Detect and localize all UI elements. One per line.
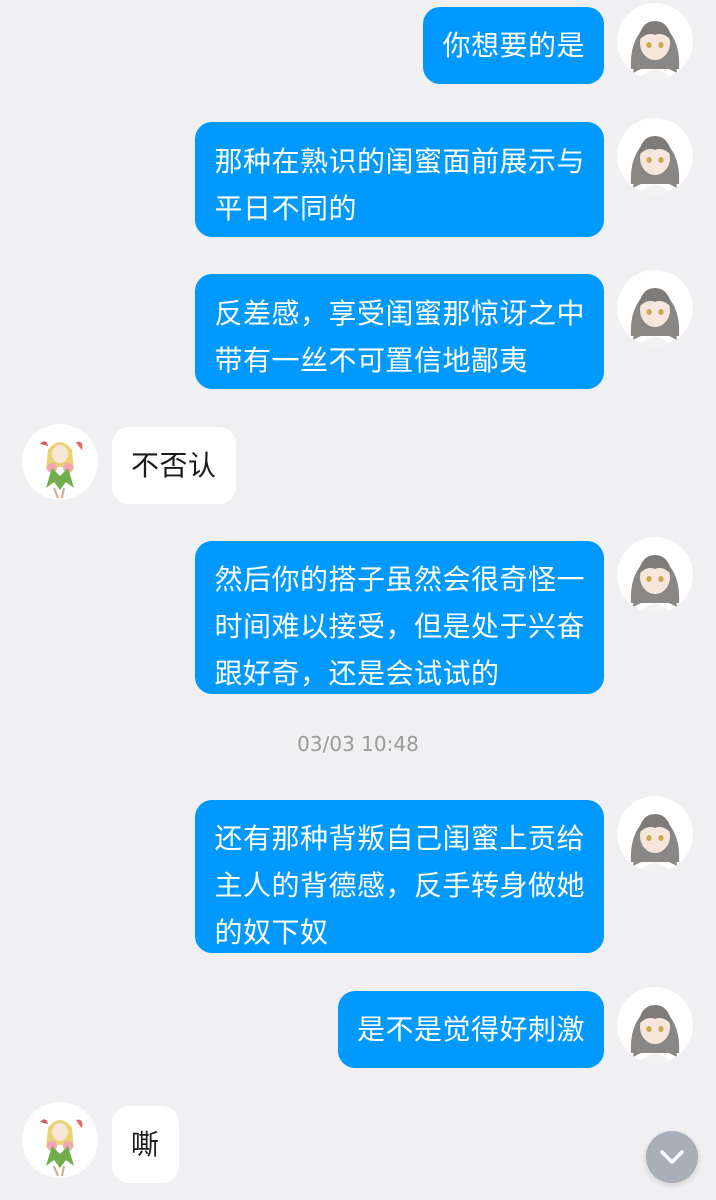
message-text: 然后你的搭子虽然会很奇怪一 (214, 563, 585, 596)
message-text: 你想要的是 (442, 29, 585, 62)
message-timestamp: 03/03 10:48 (297, 732, 419, 756)
message-bubble[interactable]: 反差感，享受闺蜜那惊讶之中 带有一丝不可置信地鄙夷 (195, 274, 604, 389)
chevron-down-icon (660, 1150, 684, 1164)
user-avatar[interactable] (617, 270, 693, 346)
message-text: 带有一丝不可置信地鄙夷 (214, 344, 528, 377)
user-avatar[interactable] (617, 537, 693, 613)
message-text: 嘶 (131, 1128, 160, 1161)
message-text: 平日不同的 (214, 192, 357, 225)
message-bubble[interactable]: 你想要的是 (423, 7, 604, 84)
message-text: 是不是觉得好刺激 (356, 1013, 585, 1046)
message-text: 主人的背德感，反手转身做她 (214, 869, 585, 902)
message-text: 那种在熟识的闺蜜面前展示与 (214, 145, 585, 178)
message-bubble[interactable]: 是不是觉得好刺激 (337, 991, 604, 1068)
message-text: 还有那种背叛自己闺蜜上贡给 (214, 822, 585, 855)
scroll-to-bottom-button[interactable] (646, 1131, 698, 1183)
contact-avatar[interactable] (22, 1102, 98, 1178)
user-avatar[interactable] (617, 118, 693, 194)
message-text: 时间难以接受，但是处于兴奋 (214, 610, 585, 643)
contact-avatar[interactable] (22, 424, 98, 500)
user-avatar[interactable] (617, 987, 693, 1063)
message-text: 不否认 (131, 449, 217, 482)
message-bubble[interactable]: 不否认 (112, 427, 236, 504)
message-bubble[interactable]: 然后你的搭子虽然会很奇怪一 时间难以接受，但是处于兴奋 跟好奇，还是会试试的 (195, 541, 604, 694)
message-text: 反差感，享受闺蜜那惊讶之中 (214, 297, 585, 330)
message-bubble[interactable]: 还有那种背叛自己闺蜜上贡给 主人的背德感，反手转身做她 的奴下奴 (195, 800, 604, 953)
message-bubble[interactable]: 那种在熟识的闺蜜面前展示与 平日不同的 (195, 122, 604, 237)
user-avatar[interactable] (617, 3, 693, 79)
message-bubble[interactable]: 嘶 (112, 1106, 179, 1183)
message-text: 跟好奇，还是会试试的 (214, 657, 500, 690)
message-text: 的奴下奴 (214, 916, 329, 949)
user-avatar[interactable] (617, 796, 693, 872)
